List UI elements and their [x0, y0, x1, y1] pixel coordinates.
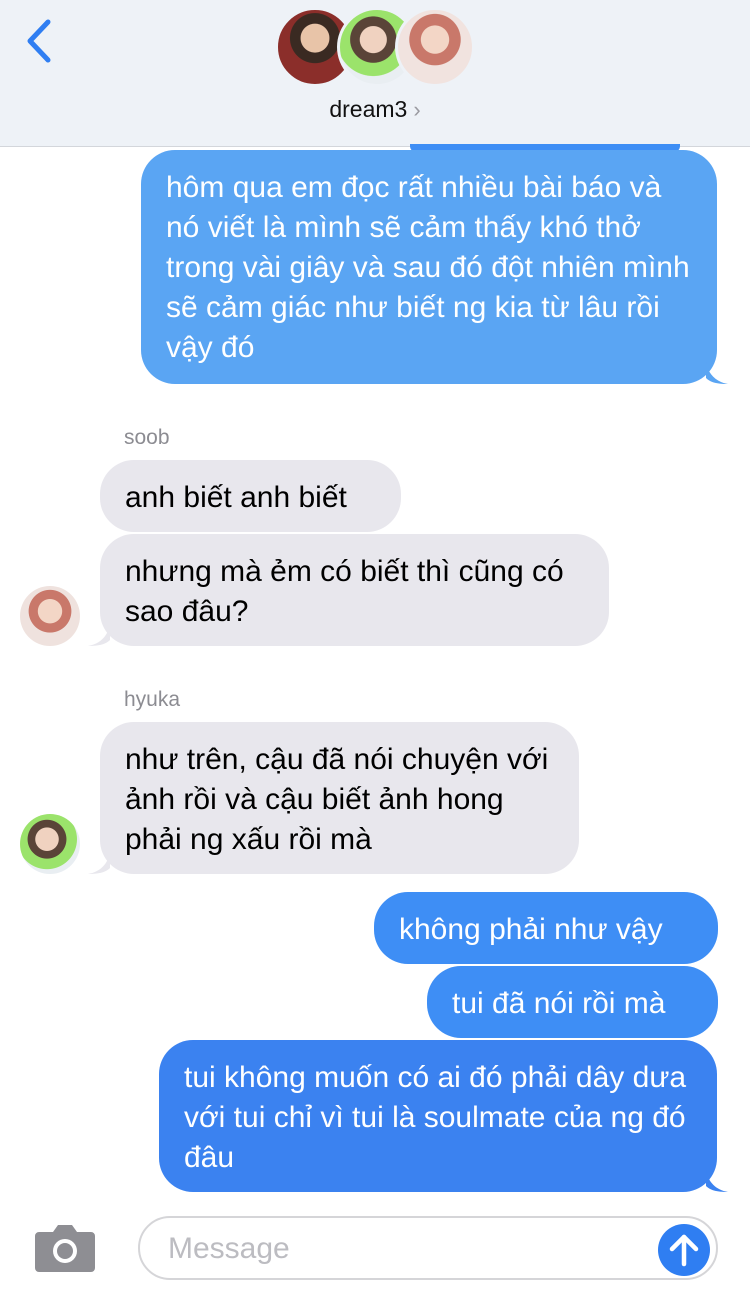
incoming-bubble[interactable]: như trên, cậu đã nói chuyện với ảnh rồi … [100, 722, 579, 874]
outgoing-bubble[interactable]: tui không muốn có ai đó phải dây dưa với… [159, 1040, 717, 1192]
bubble-tail [706, 1170, 728, 1192]
message-text: nhưng mà ẻm có biết thì cũng có sao đâu? [125, 555, 564, 628]
bubble-tail [88, 852, 110, 874]
soob-avatar[interactable] [20, 586, 80, 646]
member-avatar-3 [395, 7, 475, 87]
message-text: tui đã nói rồi mà [452, 987, 666, 1020]
incoming-bubble[interactable]: nhưng mà ẻm có biết thì cũng có sao đâu? [100, 534, 609, 646]
camera-icon[interactable] [33, 1222, 97, 1274]
bubble-tail [706, 362, 728, 384]
incoming-bubble[interactable]: anh biết anh biết [100, 460, 401, 532]
outgoing-bubble[interactable]: hôm qua em đọc rất nhiều bài báo và nó v… [141, 150, 717, 384]
hyuka-avatar[interactable] [20, 814, 80, 874]
thread-title[interactable]: dream3 › [0, 96, 750, 123]
message-text: anh biết anh biết [125, 481, 347, 514]
message-list[interactable]: hôm qua em đọc rất nhiều bài báo và nó v… [0, 144, 750, 1198]
conversation-header: dream3 › [0, 0, 750, 147]
outgoing-bubble[interactable]: tui đã nói rồi mà [427, 966, 718, 1038]
message-text: hôm qua em đọc rất nhiều bài báo và nó v… [166, 171, 690, 364]
group-avatars[interactable] [275, 7, 475, 91]
chevron-right-icon: › [413, 97, 421, 122]
outgoing-bubble[interactable]: không phải như vậy [374, 892, 718, 964]
bubble-tail [88, 624, 110, 646]
message-text: tui không muốn có ai đó phải dây dưa với… [184, 1061, 687, 1174]
message-input[interactable]: Message [138, 1216, 718, 1280]
message-placeholder: Message [168, 1232, 290, 1265]
message-composer: Message [0, 1198, 750, 1294]
message-text: không phải như vậy [399, 913, 663, 946]
send-button[interactable] [658, 1224, 710, 1276]
sender-name: hyuka [124, 688, 181, 711]
thread-name: dream3 [329, 96, 408, 122]
arrow-up-icon [669, 1234, 699, 1267]
sender-name: soob [124, 426, 170, 449]
message-text: như trên, cậu đã nói chuyện với ảnh rồi … [125, 743, 549, 856]
back-chevron-icon[interactable] [22, 18, 56, 64]
